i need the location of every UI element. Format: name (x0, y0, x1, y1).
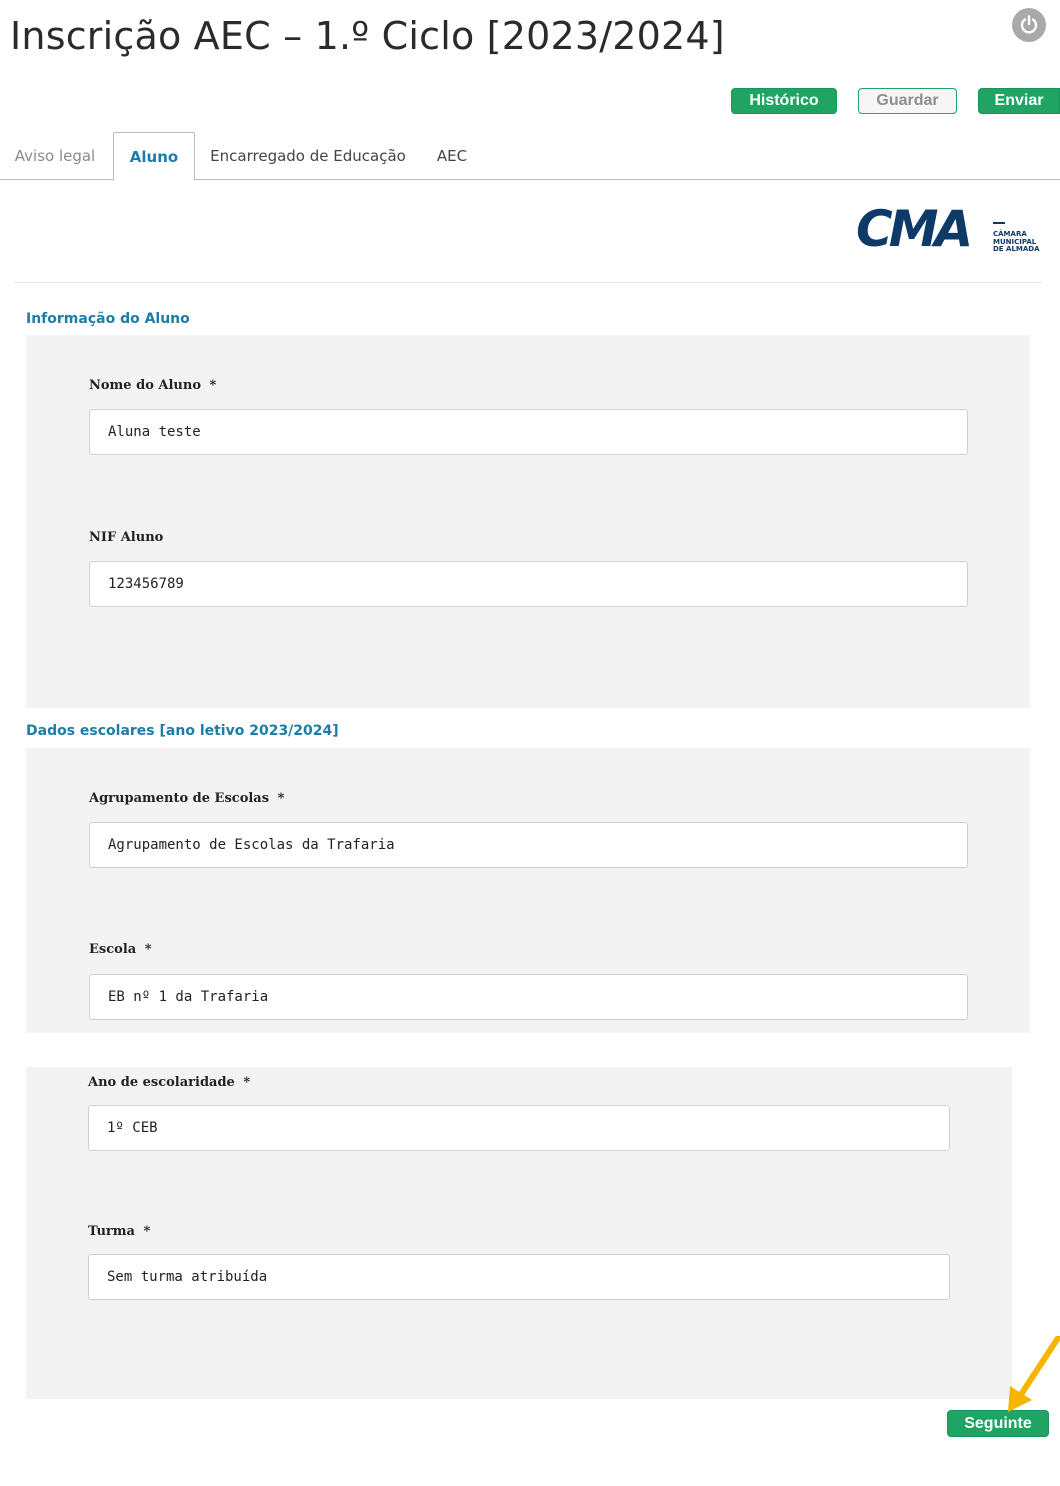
label-turma: Turma * (88, 1224, 150, 1239)
guardar-button[interactable]: Guardar (858, 88, 957, 114)
label-text: Ano de escolaridade (88, 1075, 235, 1090)
agrupamento-field[interactable]: Agrupamento de Escolas da Trafaria (89, 822, 968, 868)
required-mark: * (143, 1224, 151, 1239)
tab-aec[interactable]: AEC (420, 132, 484, 180)
label-nif-aluno: NIF Aluno (89, 530, 164, 545)
section-title-escolares: Dados escolares [ano letivo 2023/2024] (26, 723, 339, 739)
cma-logo: CMA CÂMARA MUNICIPAL DE ALMADA (856, 200, 1040, 260)
divider (14, 282, 1042, 283)
section-title-aluno: Informação do Aluno (26, 311, 190, 327)
label-ano-escolaridade: Ano de escolaridade * (88, 1075, 250, 1090)
nome-aluno-field[interactable]: Aluna teste (89, 409, 968, 455)
label-text: Agrupamento de Escolas (89, 791, 270, 806)
tab-aviso-legal[interactable]: Aviso legal (0, 132, 110, 180)
nif-aluno-field[interactable]: 123456789 (89, 561, 968, 607)
power-glyph-icon (1020, 15, 1038, 34)
ano-escolaridade-field[interactable]: 1º CEB (88, 1105, 950, 1151)
power-icon[interactable] (1012, 8, 1046, 42)
logo-dash (993, 222, 1005, 224)
turma-field[interactable]: Sem turma atribuída (88, 1254, 950, 1300)
page-title: Inscrição AEC – 1.º Ciclo [2023/2024] (10, 14, 725, 58)
tab-aluno[interactable]: Aluno (113, 132, 195, 181)
tab-encarregado-educacao[interactable]: Encarregado de Educação (198, 132, 418, 180)
label-escola: Escola * (89, 942, 152, 957)
required-mark: * (243, 1075, 251, 1090)
required-mark: * (277, 791, 285, 806)
logo-line-3: DE ALMADA (993, 245, 1040, 253)
tab-bar: Aviso legal Aluno Encarregado de Educaçã… (0, 132, 1060, 181)
historico-button[interactable]: Histórico (731, 88, 837, 114)
label-text: Turma (88, 1224, 135, 1239)
required-mark: * (209, 378, 217, 393)
enviar-button[interactable]: Enviar (978, 88, 1060, 114)
label-nome-aluno: Nome do Aluno * (89, 378, 216, 393)
seguinte-button[interactable]: Seguinte (947, 1410, 1049, 1437)
logo-subtitle: CÂMARA MUNICIPAL DE ALMADA (993, 230, 1040, 254)
logo-wordmark: CMA (856, 200, 973, 258)
label-text: Nome do Aluno (89, 378, 201, 393)
escola-field[interactable]: EB nº 1 da Trafaria (89, 974, 968, 1020)
label-agrupamento: Agrupamento de Escolas * (89, 791, 284, 806)
label-text: Escola (89, 942, 137, 957)
required-mark: * (144, 942, 152, 957)
pointer-arrow-icon (1008, 1336, 1060, 1412)
